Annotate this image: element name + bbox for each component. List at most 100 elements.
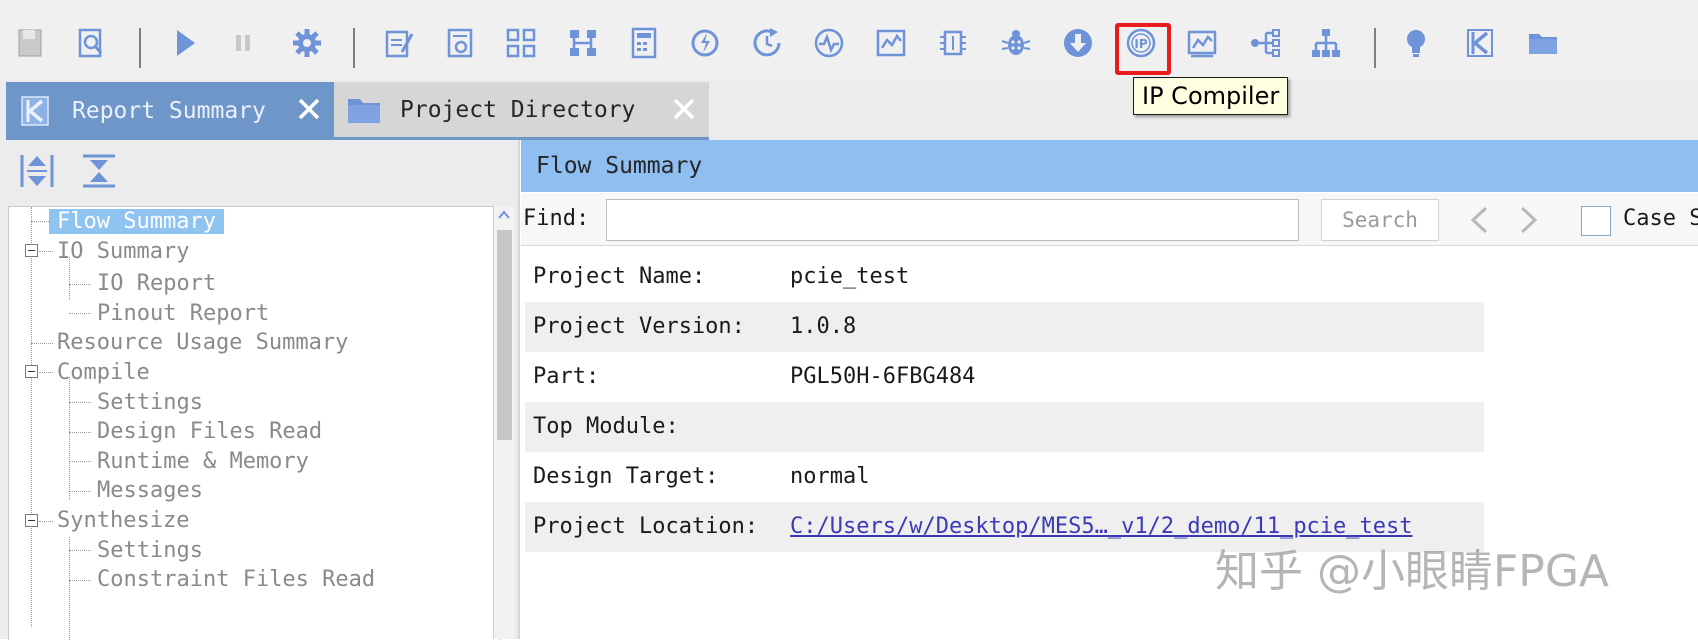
chip-icon[interactable] [934, 24, 972, 62]
tree-item-label: Messages [97, 478, 203, 503]
tab-bar: Report Summary Project Directory [0, 80, 1698, 140]
folder-icon [348, 98, 380, 123]
folder-icon[interactable] [1524, 24, 1562, 62]
find-input[interactable] [606, 199, 1299, 241]
download-icon[interactable] [1059, 24, 1097, 62]
tree-icon[interactable] [1307, 24, 1345, 62]
edit-doc-icon[interactable] [380, 24, 418, 62]
table-row: Design Target: normal [525, 452, 1484, 502]
row-value: pcie_test [790, 264, 910, 289]
grid-icon[interactable] [502, 24, 540, 62]
tree-item-label: IO Report [97, 271, 217, 296]
tree-item-label: Runtime & Memory [97, 449, 309, 474]
collapse-toggle-icon[interactable] [25, 244, 38, 257]
table-row: Part: PGL50H-6FBG484 [525, 352, 1484, 402]
tree-item-pinout-report[interactable]: Pinout Report [97, 299, 269, 329]
tree-scrollbar[interactable] [493, 206, 514, 639]
calculator-icon[interactable] [625, 24, 663, 62]
find-bar: Find: Search Case S [521, 193, 1698, 246]
scroll-up-icon[interactable] [498, 210, 510, 220]
k-logo-icon [21, 96, 49, 126]
monitor-chart-icon[interactable] [1183, 24, 1221, 62]
close-icon[interactable] [296, 96, 322, 122]
tree-item-label: Synthesize [57, 508, 190, 533]
tree-item-flow-summary[interactable]: Flow Summary [49, 207, 224, 237]
tree-item-constraint-files-read[interactable]: Constraint Files Read [97, 565, 375, 595]
debug-bug-icon[interactable] [997, 24, 1035, 62]
tree-item-label: Compile [57, 360, 150, 385]
pause-icon[interactable] [224, 24, 262, 62]
clock-refresh-icon[interactable] [748, 24, 786, 62]
tree-item-compile-settings[interactable]: Settings [97, 388, 203, 418]
watermark: 知乎 @小眼睛FPGA [1215, 546, 1610, 597]
report-settings-icon[interactable] [441, 24, 479, 62]
hierarchy-icon[interactable] [564, 24, 602, 62]
waveform-icon[interactable] [810, 24, 848, 62]
tree-item-resource-usage-summary[interactable]: Resource Usage Summary [57, 328, 348, 358]
tree-item-label: Resource Usage Summary [57, 330, 349, 355]
tree-item-runtime-memory[interactable]: Runtime & Memory [97, 447, 309, 477]
tree-branch [69, 580, 91, 581]
scrollbar-thumb[interactable] [497, 230, 512, 440]
tree-branch [69, 432, 91, 433]
collapse-toggle-icon[interactable] [25, 365, 38, 378]
tab-label: Project Directory [400, 96, 636, 123]
find-label: Find: [523, 206, 590, 231]
chevron-right-icon[interactable] [1514, 205, 1544, 235]
save-icon[interactable] [12, 24, 50, 62]
row-key: Project Location: [533, 514, 759, 539]
tree-branch [69, 550, 91, 551]
collapse-all-icon[interactable] [80, 152, 118, 190]
refresh-icon[interactable] [686, 24, 724, 62]
toolbar-separator [139, 28, 141, 68]
tree-branch [69, 284, 91, 285]
bulb-icon[interactable] [1397, 24, 1435, 62]
tree-item-io-summary[interactable]: IO Summary [57, 237, 189, 267]
tree-branch [69, 461, 91, 462]
case-sensitive-label: Case S [1623, 206, 1698, 231]
run-icon[interactable] [166, 24, 204, 62]
tree-branch [69, 402, 91, 403]
chevron-left-icon[interactable] [1464, 205, 1494, 235]
row-key: Top Module: [533, 414, 679, 439]
row-key: Project Name: [533, 264, 706, 289]
tree-item-design-files-read[interactable]: Design Files Read [97, 417, 322, 447]
main-toolbar: IP [0, 0, 1698, 81]
tree-item-synthesize-settings[interactable]: Settings [97, 536, 203, 566]
collapse-toggle-icon[interactable] [25, 514, 38, 527]
panel-title: Flow Summary [521, 140, 1698, 192]
close-icon[interactable] [671, 96, 697, 122]
k-logo-icon[interactable] [1461, 24, 1499, 62]
tree-guide-line [69, 537, 70, 640]
network-icon[interactable] [1246, 24, 1284, 62]
tree-item-label: Settings [97, 538, 203, 563]
tree-guide-line [69, 377, 70, 500]
tab-report-summary[interactable]: Report Summary [6, 82, 334, 140]
tree-item-io-report[interactable]: IO Report [97, 269, 216, 299]
case-sensitive-checkbox[interactable] [1581, 206, 1611, 236]
row-key: Project Version: [533, 314, 745, 339]
flow-summary-table: Project Name: pcie_test Project Version:… [525, 252, 1484, 552]
toolbar-separator [353, 28, 355, 68]
tree-guide-line [31, 207, 32, 627]
table-row: Project Version: 1.0.8 [525, 302, 1484, 352]
search-file-icon[interactable] [72, 24, 110, 62]
row-key: Part: [533, 364, 600, 389]
tree-branch [39, 372, 53, 373]
ip-compiler-highlight [1115, 23, 1171, 75]
tree-branch [39, 251, 53, 252]
tree-item-label: Pinout Report [97, 301, 270, 326]
tree-item-messages[interactable]: Messages [97, 476, 203, 506]
expand-all-icon[interactable] [18, 152, 56, 190]
tree-item-label: Constraint Files Read [97, 567, 376, 592]
table-row: Top Module: [525, 402, 1484, 452]
tab-project-directory[interactable]: Project Directory [334, 82, 709, 140]
chart-icon[interactable] [872, 24, 910, 62]
table-row: Project Name: pcie_test [525, 252, 1484, 302]
settings-icon[interactable] [288, 24, 326, 62]
tree-item-synthesize[interactable]: Synthesize [57, 506, 189, 536]
search-button[interactable]: Search [1321, 199, 1439, 241]
row-key: Design Target: [533, 464, 719, 489]
tree-item-compile[interactable]: Compile [57, 358, 150, 388]
panel-divider[interactable] [518, 140, 520, 639]
